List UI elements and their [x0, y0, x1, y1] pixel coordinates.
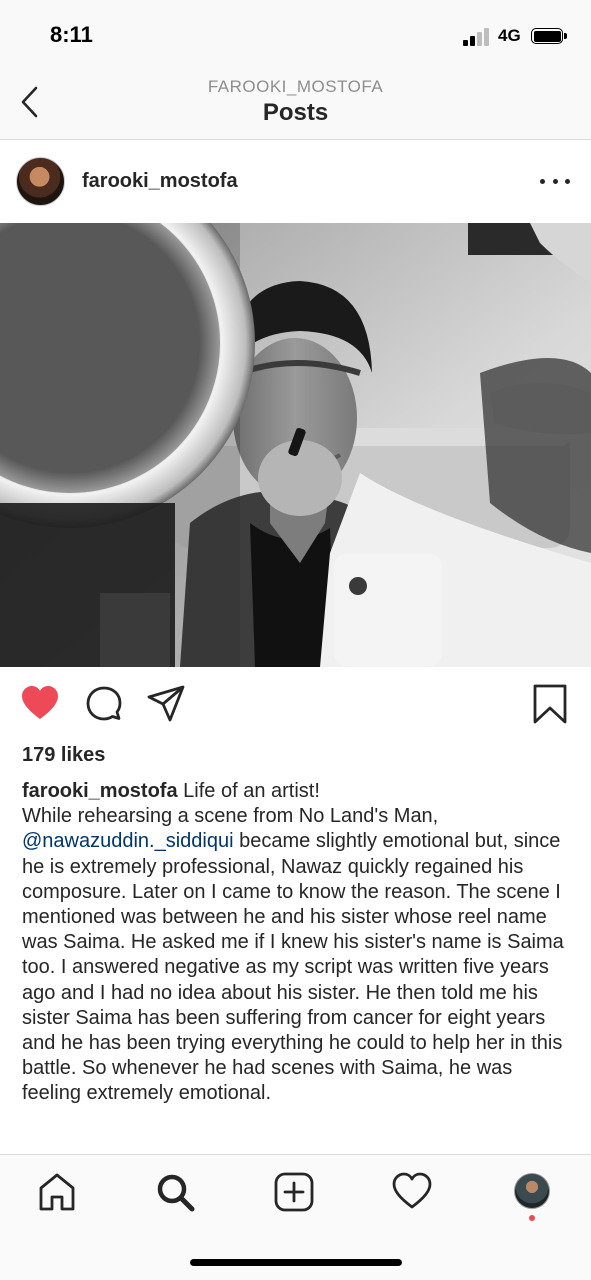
home-indicator[interactable] — [190, 1259, 402, 1266]
post-header: farooki_mostofa — [0, 141, 591, 223]
status-time: 8:11 — [50, 22, 93, 47]
activity-heart-icon — [392, 1172, 432, 1209]
home-icon — [39, 1173, 75, 1211]
tab-search[interactable] — [154, 1171, 196, 1213]
comment-bubble-icon — [86, 686, 122, 721]
comment-button[interactable] — [84, 684, 124, 724]
tab-profile-avatar[interactable] — [514, 1173, 550, 1209]
post-caption: farooki_mostofa Life of an artist! While… — [22, 779, 572, 1107]
paper-plane-icon — [147, 685, 185, 722]
post-photo[interactable] — [0, 223, 591, 667]
tab-activity[interactable] — [391, 1171, 433, 1213]
caption-mention[interactable]: @nawazuddin._siddiqui — [22, 830, 234, 852]
caption-author[interactable]: farooki_mostofa — [22, 780, 178, 802]
save-button[interactable] — [530, 684, 570, 724]
search-icon — [157, 1174, 195, 1212]
heart-filled-icon — [22, 686, 58, 719]
status-bar: 8:11 4G — [0, 0, 591, 66]
likes-count[interactable]: 179 likes — [22, 744, 105, 767]
like-button[interactable] — [20, 684, 60, 724]
network-type: 4G — [498, 26, 521, 45]
nav-subtitle: FAROOKI_MOSTOFA — [207, 77, 384, 96]
tab-home[interactable] — [36, 1171, 78, 1213]
avatar[interactable] — [16, 157, 65, 206]
bookmark-icon — [533, 684, 567, 724]
share-button[interactable] — [146, 684, 186, 724]
notification-dot — [529, 1215, 535, 1221]
post-actions — [0, 684, 591, 728]
add-post-icon — [274, 1172, 314, 1212]
post-image — [0, 223, 591, 667]
more-options-button[interactable] — [540, 169, 570, 193]
post-username[interactable]: farooki_mostofa — [82, 170, 238, 193]
signal-strength-icon — [463, 28, 493, 46]
battery-icon — [531, 28, 563, 44]
nav-header: FAROOKI_MOSTOFA Posts — [0, 66, 591, 140]
caption-text-continued: became slightly emotional but, since he … — [22, 830, 564, 1105]
more-horizontal-icon — [540, 178, 545, 184]
tab-new-post[interactable] — [273, 1171, 315, 1213]
page-title: Posts — [262, 99, 329, 126]
